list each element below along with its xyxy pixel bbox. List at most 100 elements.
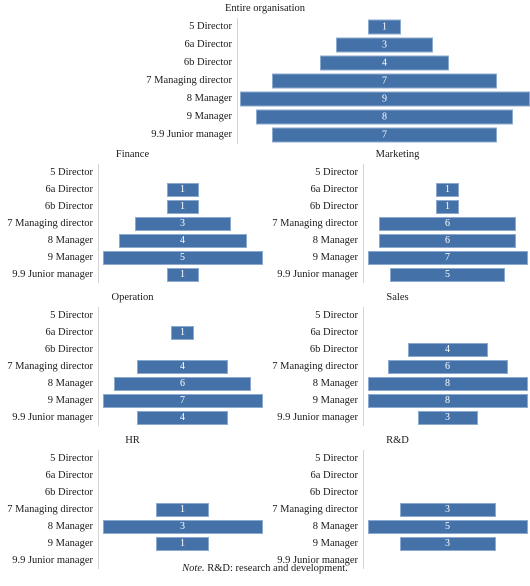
bar-finance-4: 4 [118, 233, 247, 248]
bar-value-label: 1 [381, 21, 387, 32]
bar-value-label: 8 [381, 111, 387, 122]
bar-finance-6: 1 [166, 267, 199, 282]
plot-area-marketing: 5 Director 6a Director 1 6b Director 1 7 Mana… [265, 164, 530, 283]
panel-finance: Finance 5 Director 6a Director 1 6b Directo… [0, 148, 265, 283]
row-label-5-director: 5 Director [315, 309, 358, 321]
bar-operation-1: 1 [171, 325, 194, 340]
chart-row: 6b Director 1 [0, 198, 265, 215]
bar-operation-3: 4 [136, 359, 229, 374]
plot-area-sales: 5 Director 6a Director 6b Director 4 7 Manag… [265, 307, 530, 426]
panel-title-rnd: R&D [386, 435, 409, 446]
row-label-8-manager: 8 Manager [312, 234, 358, 246]
bar-value-label: 5 [445, 520, 450, 532]
panel-entire-organisation: Entire organisation 5 Director 1 6a Direct… [0, 2, 530, 144]
plot-area-operation: 5 Director 6a Director 1 6b Director 7 Manag… [0, 307, 265, 426]
chart-track: 6 [363, 358, 530, 375]
row-label-6a-director: 6a Director [45, 469, 93, 481]
row-label-6a-director: 6a Director [310, 326, 358, 338]
chart-row: 9 Manager 5 [0, 249, 265, 266]
chart-row: 6b Director [0, 484, 265, 501]
row-label-9-manager: 9 Manager [47, 251, 93, 263]
chart-row: 5 Director [0, 307, 265, 324]
panel-title-finance: Finance [115, 149, 150, 160]
bar-value-label: 6 [444, 217, 450, 229]
bar-value-label: 1 [444, 200, 450, 212]
chart-row: 7 Managing director 7 [0, 72, 530, 90]
bar-value-label: 7 [381, 129, 387, 140]
chart-track [98, 307, 265, 324]
chart-track [363, 164, 530, 181]
bar-entire-4: 9 [239, 91, 530, 107]
chart-row: 7 Managing director 3 [265, 501, 530, 518]
row-label-6a-director: 6a Director [310, 469, 358, 481]
chart-row: 5 Director [265, 164, 530, 181]
panel-marketing: Marketing 5 Director 6a Director 1 6b Direc… [265, 148, 530, 283]
bar-sales-5: 8 [367, 393, 528, 408]
panel-title-hr: HR [125, 435, 140, 446]
chart-track: 1 [98, 181, 265, 198]
chart-track [98, 467, 265, 484]
row-label-5-director: 5 Director [50, 309, 93, 321]
chart-track: 1 [98, 324, 265, 341]
bar-hr-4: 3 [102, 519, 263, 534]
chart-row: 9.9 Junior manager 3 [265, 409, 530, 426]
row-label-5-director: 5 Director [50, 452, 93, 464]
panel-operation: Operation 5 Director 6a Director 1 6b Direc… [0, 291, 265, 426]
chart-row: 8 Manager 8 [265, 375, 530, 392]
chart-row: 7 Managing director 6 [265, 358, 530, 375]
bar-rnd-3: 3 [399, 502, 496, 517]
chart-row: 9 Manager 7 [265, 249, 530, 266]
bar-entire-3: 7 [271, 73, 498, 89]
bar-finance-2: 1 [166, 199, 199, 214]
row-label-7-managing-director: 7 Managing director [7, 360, 93, 372]
chart-row: 8 Manager 6 [0, 375, 265, 392]
plot-area-finance: 5 Director 6a Director 1 6b Director 1 7 Mana… [0, 164, 265, 283]
chart-row: 7 Managing director 6 [265, 215, 530, 232]
panel-hr: HR 5 Director 6a Director 6b Director 7 Man… [0, 434, 265, 569]
chart-track: 4 [237, 54, 530, 72]
bar-operation-5: 7 [102, 393, 263, 408]
chart-track: 1 [98, 198, 265, 215]
bar-value-label: 1 [179, 503, 185, 515]
chart-track: 6 [363, 215, 530, 232]
bar-value-label: 3 [445, 537, 450, 549]
chart-row: 6b Director 4 [0, 54, 530, 72]
bar-value-label: 7 [381, 75, 387, 86]
chart-track [363, 307, 530, 324]
chart-row: 9.9 Junior manager 7 [0, 126, 530, 144]
chart-row: 9.9 Junior manager 5 [265, 266, 530, 283]
row-label-9-manager: 9 Manager [47, 394, 93, 406]
chart-track: 5 [98, 249, 265, 266]
chart-row: 9 Manager 1 [0, 535, 265, 552]
row-label-8-manager: 8 Manager [47, 377, 93, 389]
chart-track: 1 [363, 198, 530, 215]
bar-value-label: 3 [180, 217, 185, 229]
chart-row: 7 Managing director 4 [0, 358, 265, 375]
row-label-6b-director: 6b Director [44, 343, 93, 355]
bar-value-label: 3 [381, 39, 387, 50]
row-label-7-managing-director: 7 Managing director [272, 217, 358, 229]
row-label-6b-director: 6b Director [44, 200, 93, 212]
bar-value-label: 1 [180, 200, 185, 212]
chart-track [98, 164, 265, 181]
bar-entire-6: 7 [271, 127, 498, 143]
row-label-8-manager: 8 Manager [47, 520, 93, 532]
bar-value-label: 3 [445, 503, 450, 515]
chart-track [98, 341, 265, 358]
chart-track: 3 [363, 409, 530, 426]
chart-track: 5 [363, 266, 530, 283]
chart-track: 3 [98, 518, 265, 535]
row-label-9-manager: 9 Manager [186, 111, 232, 122]
chart-row: 8 Manager 3 [0, 518, 265, 535]
figure-note: Note. R&D: research and development. [0, 562, 530, 575]
bar-marketing-2: 1 [436, 199, 459, 214]
chart-row: 6b Director 1 [265, 198, 530, 215]
row-label-9-9-junior-manager: 9.9 Junior manager [12, 411, 93, 423]
row-label-9-9-junior-manager: 9.9 Junior manager [151, 129, 232, 140]
chart-row: 5 Director 1 [0, 18, 530, 36]
chart-track [98, 484, 265, 501]
chart-track: 3 [237, 36, 530, 54]
chart-track [363, 467, 530, 484]
chart-track: 7 [237, 126, 530, 144]
bar-entire-1: 3 [336, 37, 433, 53]
